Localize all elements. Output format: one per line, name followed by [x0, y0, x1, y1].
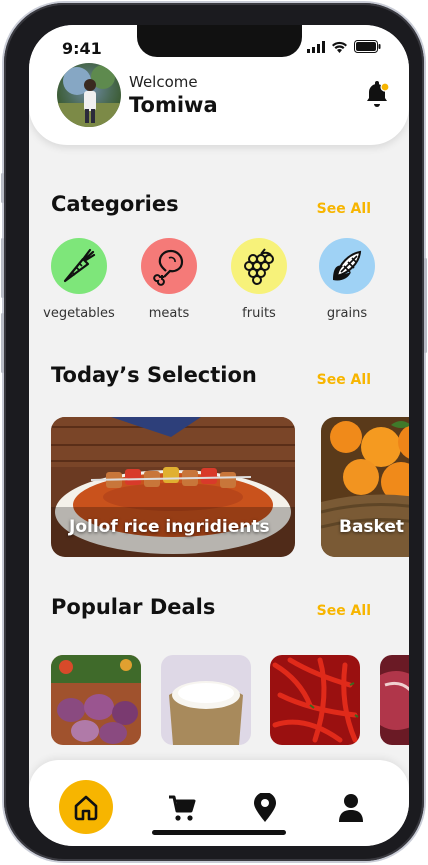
popular-deals-see-all[interactable]: See All: [317, 603, 371, 619]
meat-leg-icon: [153, 249, 184, 286]
category-label: vegetables: [43, 306, 115, 321]
category-label: grains: [326, 306, 368, 321]
onions-photo: [51, 655, 141, 745]
red-peppers-photo: [270, 655, 360, 745]
volume-down-button: [1, 313, 4, 373]
power-button: [424, 258, 427, 353]
carrot-icon: [63, 248, 96, 283]
rice-sack-photo: [161, 655, 251, 745]
category-circle: [141, 238, 197, 294]
nav-location-button[interactable]: [252, 792, 278, 827]
categories-title: Categories: [51, 192, 179, 216]
battery-icon: [354, 40, 381, 53]
avatar[interactable]: [57, 63, 121, 127]
meat-photo: [380, 655, 409, 745]
welcome-text: Welcome: [129, 73, 198, 91]
selection-card[interactable]: Basket: [321, 417, 409, 557]
bell-icon: [367, 81, 390, 107]
volume-up-button: [1, 238, 4, 298]
phone-frame: 9:41 Welcome Tomiwa Categories See All v…: [1, 3, 427, 861]
category-grains[interactable]: grains: [307, 238, 387, 321]
selection-card-label: Jollof rice ingridients: [69, 517, 270, 537]
category-label: meats: [148, 306, 190, 321]
home-indicator: [152, 830, 286, 835]
cart-icon: [169, 795, 196, 821]
grapes-icon: [244, 248, 274, 285]
avatar-photo: [57, 65, 121, 127]
selection-card[interactable]: Jollof rice ingridients: [51, 417, 295, 557]
todays-selection-see-all[interactable]: See All: [317, 372, 371, 388]
signal-icon: [307, 40, 325, 53]
location-pin-icon: [254, 792, 276, 822]
selection-card-label: Basket: [339, 517, 405, 537]
category-circle: [231, 238, 287, 294]
nav-profile-button[interactable]: [337, 793, 365, 827]
category-circle: [51, 238, 107, 294]
wifi-icon: [332, 41, 347, 53]
category-meats[interactable]: meats: [129, 238, 209, 321]
app-screen: 9:41 Welcome Tomiwa Categories See All v…: [29, 25, 409, 846]
category-vegetables[interactable]: vegetables: [39, 238, 119, 321]
category-circle: [319, 238, 375, 294]
home-icon: [74, 795, 98, 821]
categories-see-all[interactable]: See All: [317, 201, 371, 217]
deal-item-meat[interactable]: [380, 655, 409, 745]
nav-cart-button[interactable]: [167, 793, 197, 827]
popular-deals-title: Popular Deals: [51, 595, 216, 619]
todays-selection-title: Today’s Selection: [51, 363, 257, 387]
notch: [137, 25, 302, 57]
username: Tomiwa: [129, 93, 218, 117]
corn-icon: [333, 250, 362, 281]
category-label: fruits: [242, 306, 276, 321]
deal-item-onions[interactable]: [51, 655, 141, 745]
status-indicators: [307, 40, 381, 53]
nav-home-button[interactable]: [59, 780, 113, 834]
status-time: 9:41: [62, 39, 102, 58]
profile-icon: [339, 794, 363, 822]
deal-item-rice[interactable]: [161, 655, 251, 745]
category-fruits[interactable]: fruits: [219, 238, 299, 321]
deal-item-peppers[interactable]: [270, 655, 360, 745]
notifications-button[interactable]: [361, 79, 391, 113]
mute-switch: [1, 173, 4, 203]
